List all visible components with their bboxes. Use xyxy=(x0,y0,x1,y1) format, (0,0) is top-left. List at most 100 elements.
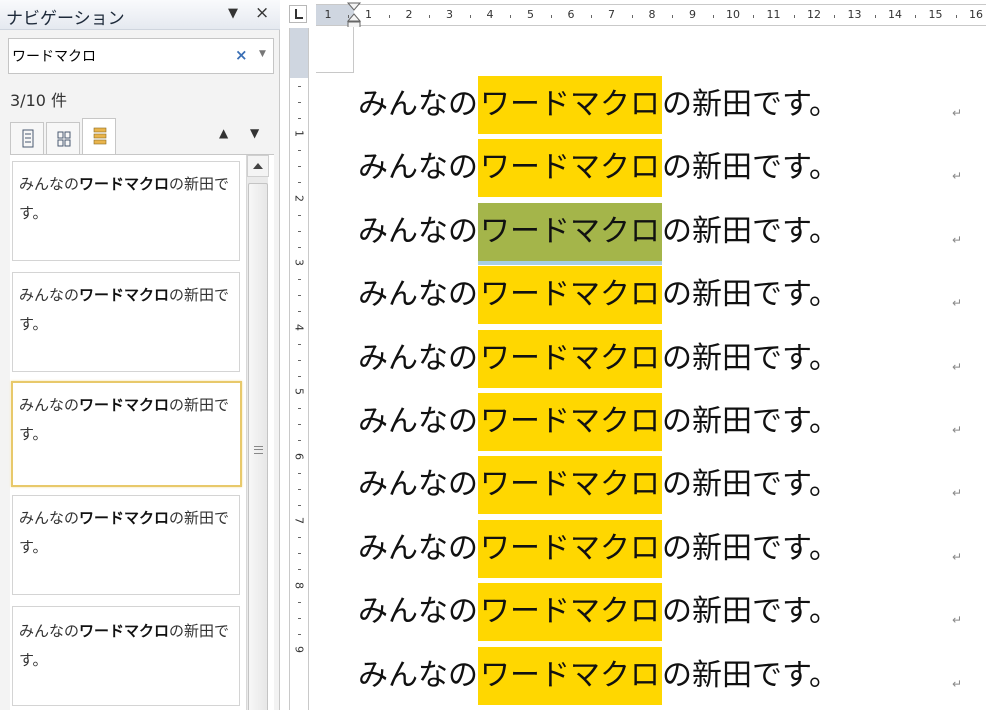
result-snippet: みんなのワードマクロの新田です。 xyxy=(19,170,235,228)
ruler-minor-tick xyxy=(298,101,301,103)
search-results-list: みんなのワードマクロの新田です。 みんなのワードマクロの新田です。 みんなのワー… xyxy=(10,154,274,710)
results-scrollbar[interactable] xyxy=(246,155,269,710)
page-corner-mark xyxy=(316,27,354,73)
search-match-highlight: ワードマクロ xyxy=(478,583,662,642)
line-text-before: みんなの xyxy=(358,530,478,566)
tab-results[interactable] xyxy=(82,118,116,154)
document-line[interactable]: みんなのワードマクロの新田です。 xyxy=(358,519,839,580)
ruler-minor-tick xyxy=(298,311,301,313)
ruler-number: 3 xyxy=(292,259,306,266)
tab-headings[interactable] xyxy=(10,122,44,154)
ruler-minor-tick xyxy=(298,375,301,377)
tab-stop-selector-icon[interactable] xyxy=(289,5,307,23)
result-match-text: ワードマクロ xyxy=(79,175,170,193)
ruler-number: 12 xyxy=(807,8,821,21)
line-text-after: の新田です。 xyxy=(662,530,839,566)
ruler-number: 7 xyxy=(608,8,615,21)
result-item-selected[interactable]: みんなのワードマクロの新田です。 xyxy=(11,381,242,487)
horizontal-ruler[interactable]: 1 1 2 3 4 5 6 7 8 9 10 11 12 13 14 15 16 xyxy=(316,4,986,26)
document-line[interactable]: みんなのワードマクロの新田です。 xyxy=(358,139,839,199)
ruler-minor-tick xyxy=(298,166,301,168)
ruler-minor-tick xyxy=(298,472,301,474)
document-line[interactable]: みんなのワードマクロの新田です。 xyxy=(358,202,839,265)
result-item[interactable]: みんなのワードマクロの新田です。 xyxy=(12,272,240,372)
line-text-before: みんなの xyxy=(358,213,478,249)
ruler-number: 6 xyxy=(567,8,575,21)
current-search-match: ワードマクロ xyxy=(478,202,662,265)
document-line[interactable]: みんなのワードマクロの新田です。 xyxy=(358,393,839,453)
search-clear-icon[interactable]: × xyxy=(235,46,248,64)
line-text-after: の新田です。 xyxy=(662,150,839,186)
scroll-thumb[interactable] xyxy=(248,183,268,710)
scroll-grip-icon xyxy=(254,446,263,454)
ruler-number: 3 xyxy=(446,8,453,21)
previous-result-icon[interactable]: ▲ xyxy=(219,126,228,140)
ruler-minor-tick xyxy=(298,295,301,297)
result-item[interactable]: みんなのワードマクロの新田です。 xyxy=(12,495,240,595)
line-text-before: みんなの xyxy=(358,340,478,376)
result-item[interactable]: みんなのワードマクロの新田です。 xyxy=(12,161,240,261)
search-options-dropdown-icon[interactable]: ▼ xyxy=(259,49,266,59)
tab-pages[interactable] xyxy=(46,122,80,154)
ruler-minor-tick xyxy=(591,15,593,18)
ruler-minor-tick xyxy=(298,488,301,490)
paragraph-mark-icon: ↵ xyxy=(952,613,963,628)
result-snippet: みんなのワードマクロの新田です。 xyxy=(19,391,235,449)
document-line[interactable]: みんなのワードマクロの新田です。 xyxy=(358,266,839,326)
line-text-before: みんなの xyxy=(358,150,478,186)
nav-close-icon[interactable]: × xyxy=(255,3,269,23)
document-line[interactable]: みんなのワードマクロの新田です。 xyxy=(358,76,839,136)
ruler-number: 11 xyxy=(766,8,781,21)
ruler-minor-tick xyxy=(298,117,301,119)
ruler-minor-tick xyxy=(298,601,301,603)
ruler-number: 5 xyxy=(527,8,534,21)
paragraph-mark-icon: ↵ xyxy=(952,423,963,437)
search-input[interactable] xyxy=(12,41,222,71)
ruler-number: 8 xyxy=(648,8,656,21)
ruler-minor-tick xyxy=(298,230,301,232)
search-match-highlight: ワードマクロ xyxy=(478,456,662,515)
document-line[interactable]: みんなのワードマクロの新田です。 xyxy=(358,583,839,643)
line-text-before: みんなの xyxy=(358,657,478,693)
ruler-minor-tick xyxy=(298,214,301,216)
ruler-minor-tick xyxy=(510,15,512,18)
document-line[interactable]: みんなのワードマクロの新田です。 xyxy=(358,456,839,516)
ruler-minor-tick xyxy=(388,15,390,18)
paragraph-mark-icon: ↵ xyxy=(952,169,963,184)
result-text-before: みんなの xyxy=(19,175,80,193)
search-match-highlight: ワードマクロ xyxy=(478,329,662,388)
line-text-before: みんなの xyxy=(358,467,478,503)
vertical-ruler[interactable]: 1 2 3 4 5 6 7 8 9 xyxy=(289,28,309,710)
result-match-text: ワードマクロ xyxy=(79,622,170,640)
result-item[interactable]: みんなのワードマクロの新田です。 xyxy=(12,606,240,706)
ruler-number: 14 xyxy=(888,8,902,21)
ruler-minor-tick xyxy=(550,15,552,18)
ruler-minor-tick xyxy=(298,424,301,426)
document-line[interactable]: みんなのワードマクロの新田です。 xyxy=(358,646,839,707)
ruler-number: 1 xyxy=(324,8,332,21)
ruler-number: 13 xyxy=(847,8,862,21)
page-thumbnails-icon xyxy=(57,131,71,147)
ruler-number: 5 xyxy=(292,388,306,395)
ruler-minor-tick xyxy=(298,246,301,248)
result-match-text: ワードマクロ xyxy=(79,396,170,414)
ruler-minor-tick xyxy=(834,15,836,18)
next-result-icon[interactable]: ▼ xyxy=(250,126,259,140)
ruler-number: 7 xyxy=(292,517,306,524)
nav-options-dropdown-icon[interactable]: ▼ xyxy=(228,6,238,21)
paragraph-mark-icon: ↵ xyxy=(952,232,963,247)
paragraph-mark-icon: ↵ xyxy=(952,486,963,501)
ruler-minor-tick xyxy=(469,15,471,18)
result-match-text: ワードマクロ xyxy=(79,509,170,527)
line-text-after: の新田です。 xyxy=(662,404,839,439)
ruler-margin xyxy=(290,28,308,78)
ruler-minor-tick xyxy=(753,15,755,18)
result-text-before: みんなの xyxy=(19,509,80,527)
document-line[interactable]: みんなのワードマクロの新田です。 xyxy=(358,329,839,390)
line-text-after: の新田です。 xyxy=(662,213,839,249)
ruler-number: 16 xyxy=(969,8,983,21)
line-text-after: の新田です。 xyxy=(662,657,839,693)
search-match-highlight: ワードマクロ xyxy=(478,266,662,325)
document-page[interactable]: みんなのワードマクロの新田です。 ↵ みんなのワードマクロの新田です。 ↵ みんなのワー… xyxy=(316,27,986,710)
scroll-up-icon[interactable] xyxy=(247,155,269,177)
